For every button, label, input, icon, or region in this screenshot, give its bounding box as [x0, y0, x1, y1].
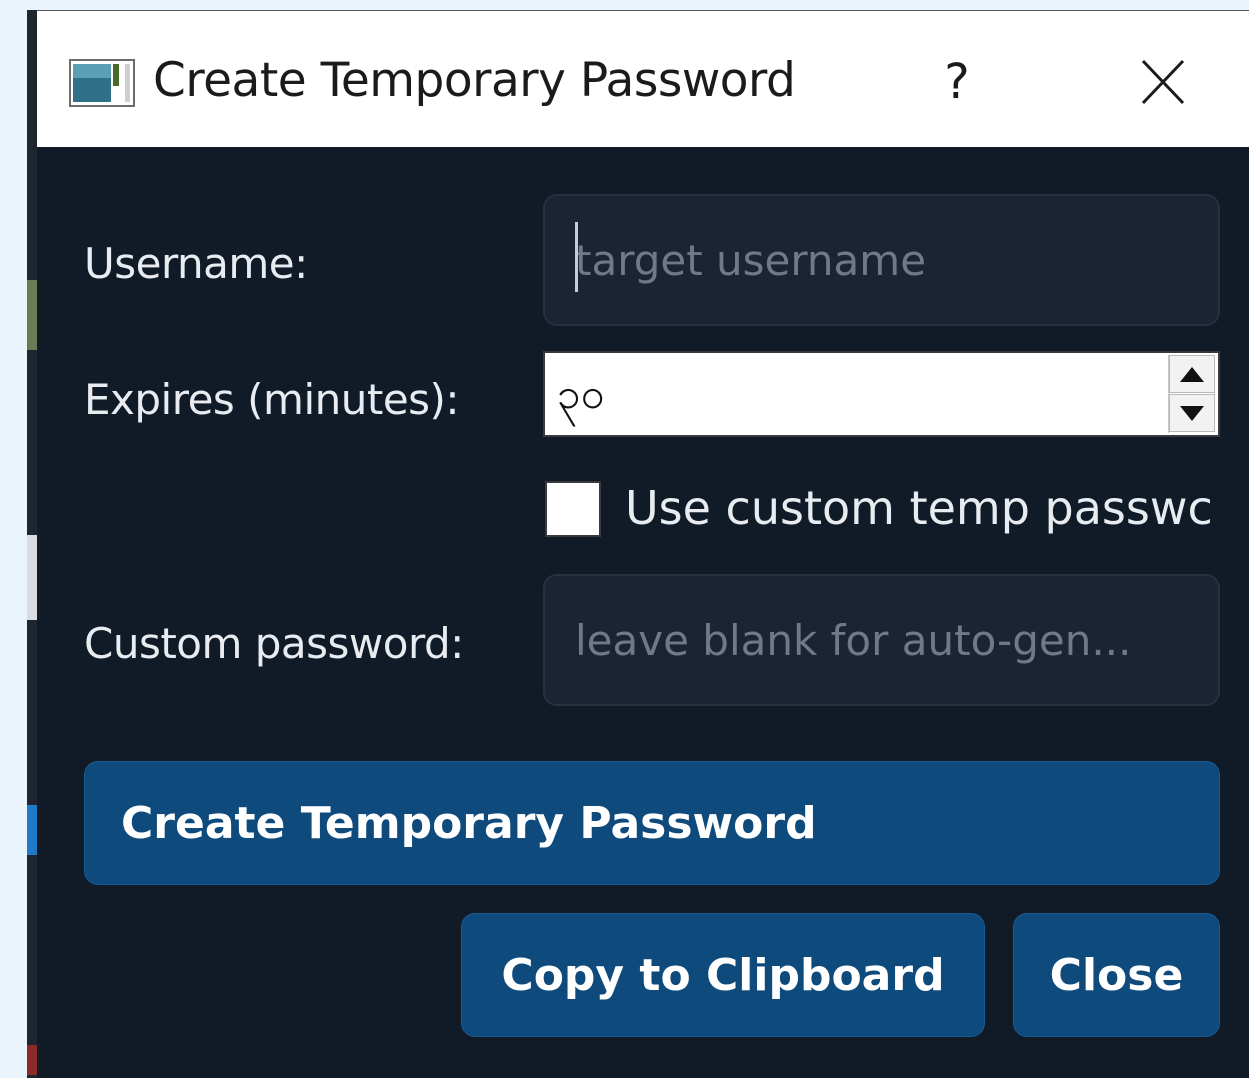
- background-element: [27, 805, 37, 855]
- copy-to-clipboard-button[interactable]: Copy to Clipboard: [461, 913, 985, 1037]
- custom-password-input[interactable]: [545, 576, 1218, 704]
- spin-up-button[interactable]: [1169, 355, 1215, 393]
- arrow-up-icon: [1180, 367, 1204, 382]
- arrow-down-icon: [1180, 406, 1204, 421]
- close-button[interactable]: Close: [1013, 913, 1220, 1037]
- username-field[interactable]: [543, 194, 1220, 326]
- username-label: Username:: [84, 239, 308, 288]
- spin-down-button[interactable]: [1169, 394, 1215, 432]
- background-element: [27, 535, 37, 620]
- expires-label: Expires (minutes):: [84, 375, 460, 424]
- dialog-title: Create Temporary Password: [153, 53, 796, 108]
- spin-buttons: [1168, 355, 1216, 433]
- text-caret: [575, 222, 578, 292]
- expires-value[interactable]: ၃၀: [557, 367, 604, 429]
- create-temp-password-button[interactable]: Create Temporary Password: [84, 761, 1220, 885]
- app-window-icon: [69, 59, 135, 107]
- title-bar: Create Temporary Password ?: [37, 11, 1249, 147]
- expires-spinbox[interactable]: ၃၀: [543, 351, 1220, 437]
- custom-password-label: Custom password:: [84, 619, 464, 668]
- background-app-strip: [27, 10, 37, 1078]
- custom-password-checkbox[interactable]: [545, 481, 601, 537]
- background-element: [27, 280, 37, 350]
- background-element: [27, 1045, 37, 1075]
- create-temp-password-dialog: Create Temporary Password ? Username: Ex…: [37, 10, 1249, 1078]
- custom-password-checkbox-label[interactable]: Use custom temp passwc: [625, 481, 1220, 535]
- custom-password-field[interactable]: [543, 574, 1220, 706]
- username-input[interactable]: [545, 196, 1218, 324]
- close-icon[interactable]: [1123, 47, 1203, 117]
- help-button[interactable]: ?: [917, 47, 997, 117]
